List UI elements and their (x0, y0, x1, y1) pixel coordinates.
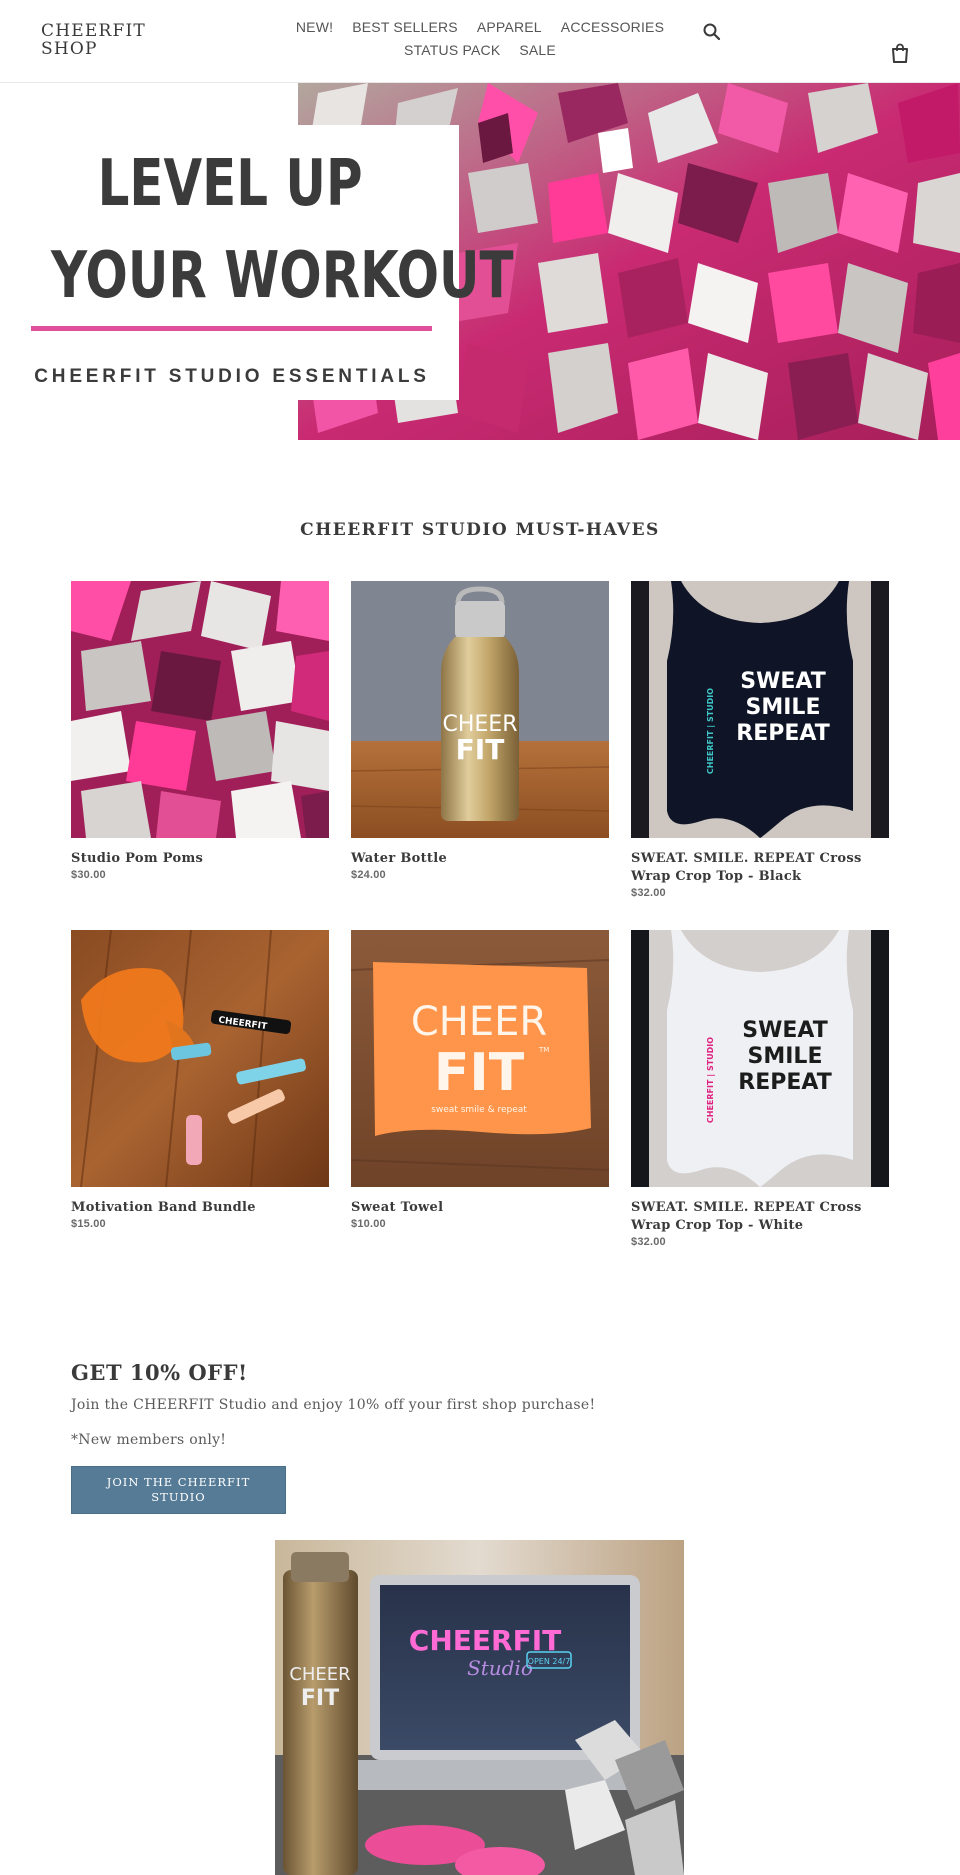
product-image-sweat-towel[interactable]: CHEER FIT TM sweat smile & repeat (351, 930, 609, 1187)
product-price: $32.00 (631, 887, 666, 899)
hero-heading: LEVEL UP YOUR WORKOUT (51, 147, 514, 313)
product-title[interactable]: SWEAT. SMILE. REPEAT Cross Wrap Crop Top… (631, 850, 889, 886)
product-price: $10.00 (351, 1218, 386, 1230)
nav-item-apparel[interactable]: APPAREL (477, 18, 542, 36)
bottle-logo-text: FIT (456, 733, 505, 766)
store-logo[interactable]: CHEERFIT SHOP (41, 22, 181, 58)
product-title[interactable]: Studio Pom Poms (71, 850, 329, 868)
product-price: $32.00 (631, 1236, 666, 1248)
site-header: CHEERFIT SHOP NEW! BEST SELLERS APPAREL … (0, 0, 960, 83)
product-title[interactable]: SWEAT. SMILE. REPEAT Cross Wrap Crop Top… (631, 1199, 889, 1235)
hero-subheading: CHEERFIT STUDIO ESSENTIALS (34, 366, 430, 387)
product-price: $24.00 (351, 869, 386, 881)
shirt-print-text: SMILE (748, 1044, 823, 1069)
product-card[interactable]: SWEAT SMILE REPEAT CHEERFIT | STUDIO SWE… (631, 930, 889, 1248)
product-image-pom-poms[interactable] (71, 581, 329, 838)
product-image-water-bottle[interactable]: CHEER FIT (351, 581, 609, 838)
bottle-logo-text: FIT (301, 1686, 339, 1711)
search-button[interactable] (701, 21, 723, 43)
laptop-screen-text: Studio (467, 1656, 533, 1680)
shirt-print-text: SMILE (746, 695, 821, 720)
product-image-motivation-bands[interactable]: CHEERFIT (71, 930, 329, 1187)
shirt-print-text: REPEAT (736, 721, 829, 746)
nav-item-status-pack[interactable]: STATUS PACK (404, 41, 500, 59)
product-title[interactable]: Sweat Towel (351, 1199, 609, 1217)
product-image-crop-top-black[interactable]: SWEAT SMILE REPEAT CHEERFIT | STUDIO (631, 581, 889, 838)
product-title[interactable]: Water Bottle (351, 850, 609, 868)
hero-divider (31, 326, 432, 331)
product-card[interactable]: SWEAT SMILE REPEAT CHEERFIT | STUDIO SWE… (631, 581, 889, 899)
shirt-print-text: SWEAT (740, 669, 825, 694)
promo-description: Join the CHEERFIT Studio and enjoy 10% o… (71, 1397, 596, 1413)
laptop-screen-text: OPEN 24/7 (528, 1657, 571, 1666)
shirt-side-print: CHEERFIT | STUDIO (706, 1037, 715, 1123)
bottle-logo-text: CHEER (289, 1664, 350, 1685)
product-price: $30.00 (71, 869, 106, 881)
promo-note: *New members only! (71, 1432, 227, 1448)
product-card[interactable]: Studio Pom Poms $30.00 (71, 581, 329, 881)
towel-tagline: sweat smile & repeat (431, 1105, 527, 1115)
product-title[interactable]: Motivation Band Bundle (71, 1199, 329, 1217)
promo-heading: GET 10% OFF! (71, 1360, 248, 1385)
nav-item-new[interactable]: NEW! (296, 18, 333, 36)
product-card[interactable]: CHEER FIT TM sweat smile & repeat Sweat … (351, 930, 609, 1230)
join-studio-button[interactable]: JOIN THE CHEERFIT STUDIO (71, 1466, 286, 1514)
product-card[interactable]: CHEER FIT Water Bottle $24.00 (351, 581, 609, 881)
nav-item-best-sellers[interactable]: BEST SELLERS (352, 18, 458, 36)
main-nav: NEW! BEST SELLERS APPAREL ACCESSORIES ST… (290, 18, 670, 59)
towel-logo-text: FIT (434, 1043, 525, 1103)
nav-item-sale[interactable]: SALE (519, 41, 556, 59)
collection-title: CHEERFIT STUDIO MUST-HAVES (300, 520, 660, 540)
towel-trademark: TM (538, 1046, 549, 1054)
nav-item-accessories[interactable]: ACCESSORIES (561, 18, 664, 36)
shirt-print-text: SWEAT (742, 1018, 827, 1043)
shirt-side-print: CHEERFIT | STUDIO (706, 688, 715, 774)
product-card[interactable]: CHEERFIT Motivation Band Bundle $15.00 (71, 930, 329, 1230)
product-image-crop-top-white[interactable]: SWEAT SMILE REPEAT CHEERFIT | STUDIO (631, 930, 889, 1187)
towel-logo-text: CHEER (411, 999, 547, 1045)
cart-button[interactable] (889, 42, 911, 64)
search-icon (703, 23, 721, 41)
hero-banner: LEVEL UP YOUR WORKOUT CHEERFIT STUDIO ES… (0, 83, 960, 440)
promo-image: CHEERFIT Studio OPEN 24/7 CHEER FIT (275, 1540, 684, 1875)
product-price: $15.00 (71, 1218, 106, 1230)
shopping-bag-icon (892, 43, 908, 63)
shirt-print-text: REPEAT (738, 1070, 831, 1095)
